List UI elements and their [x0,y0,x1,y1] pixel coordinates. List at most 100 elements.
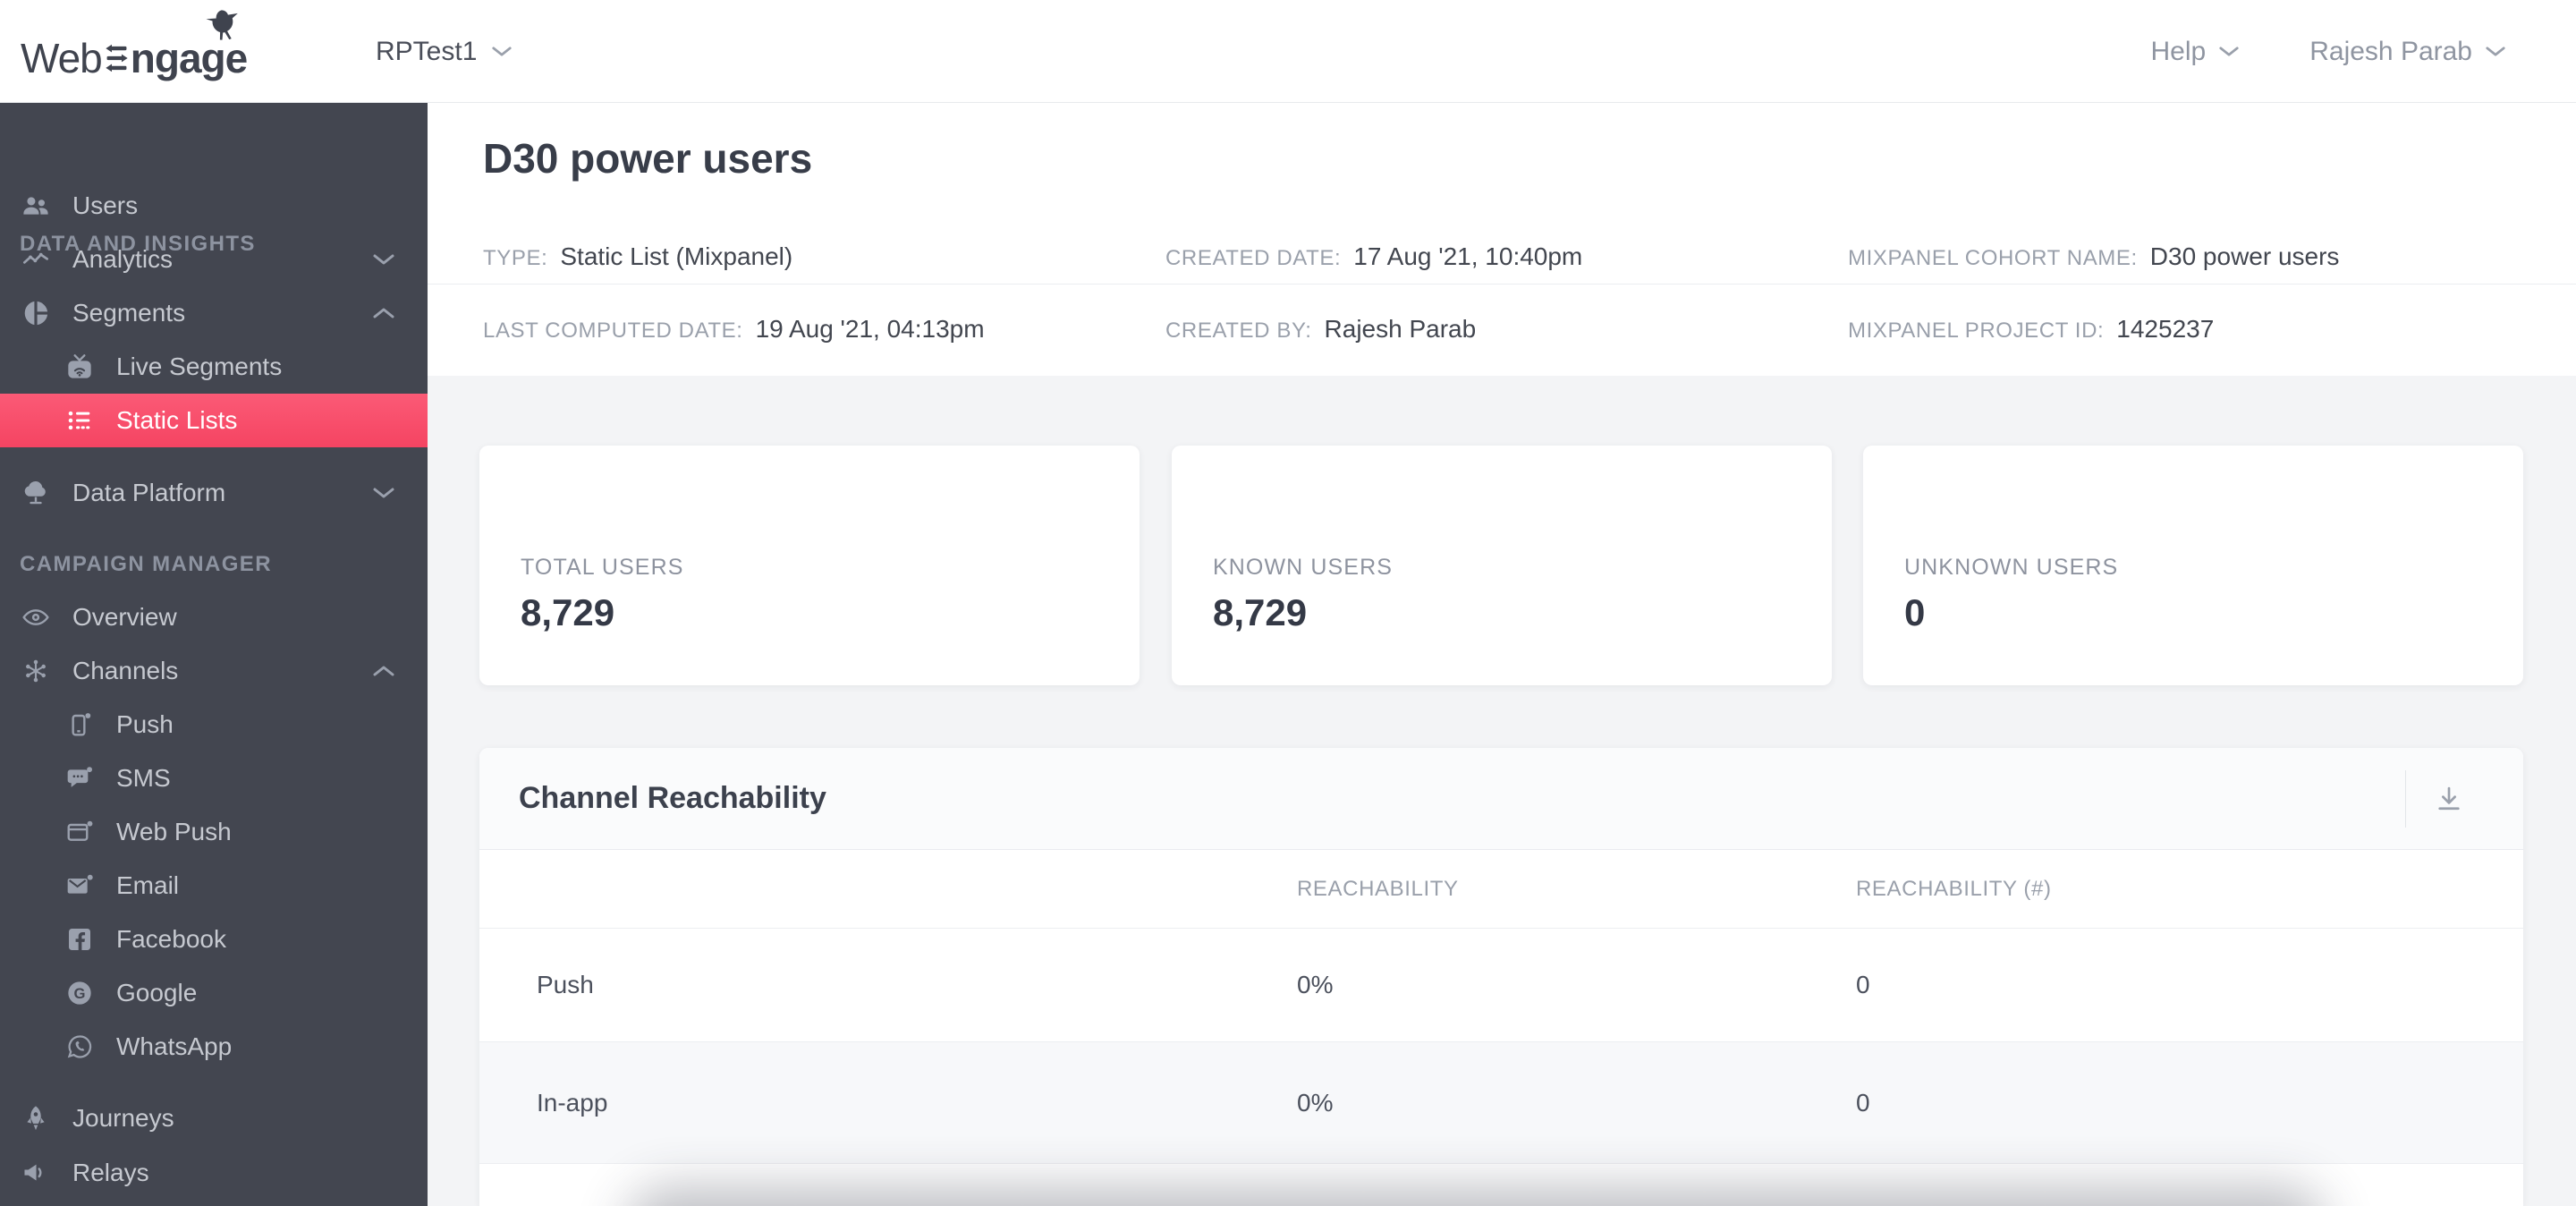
stat-value: 8,729 [1213,591,1308,633]
meta-last-computed: LAST COMPUTED DATE: 19 Aug '21, 04:13pm [483,315,985,343]
stat-card-unknown-users: UNKNOWN USERS 0 [1863,446,2523,685]
cell-channel: Push [537,971,594,998]
cell-reachability-count: 0 [1856,971,1870,998]
help-menu[interactable]: Help [2151,37,2241,67]
project-switcher[interactable]: RPTest1 [376,0,513,103]
stat-value: 8,729 [521,591,615,633]
chevron-down-icon [372,252,395,267]
sidebar-item-label: Facebook [116,925,226,953]
channel-reachability-header: Channel Reachability [479,748,2523,850]
sidebar-item-label: Channels [72,657,179,684]
chevron-down-icon [2219,47,2239,56]
sidebar-item-label: WhatsApp [116,1032,233,1060]
download-icon [2438,786,2460,811]
sidebar-item-label: Email [116,871,180,899]
sidebar-item-label: Live Segments [116,352,283,380]
header-divider [2405,770,2406,828]
chevron-up-icon [372,306,395,320]
sidebar-item-sms[interactable]: SMS [0,752,428,805]
sidebar-item-users[interactable]: Users [0,179,428,233]
sidebar-item-label: Journeys [72,1104,174,1132]
meta-cohort-name: MIXPANEL COHORT NAME: D30 power users [1848,242,2340,270]
chevron-down-icon [2486,47,2505,56]
stat-card-total-users: TOTAL USERS 8,729 [479,446,1140,685]
sidebar-item-label: Overview [72,603,177,631]
sidebar-item-google[interactable]: G Google [0,966,428,1020]
reachability-table-header: REACHABILITY REACHABILITY (#) [479,850,2523,929]
meta-type: TYPE: Static List (Mixpanel) [483,242,793,270]
meta-created-date: CREATED DATE: 17 Aug '21, 10:40pm [1165,242,1583,270]
sidebar-item-label: SMS [116,764,171,792]
meta-project-id: MIXPANEL PROJECT ID: 1425237 [1848,315,2215,343]
meta-divider [428,284,2576,285]
stat-label: UNKNOWN USERS [1904,555,2119,580]
svg-text:G: G [74,985,86,1002]
column-header-reachability-count: REACHABILITY (#) [1856,876,2052,901]
relays-icon [20,1157,52,1189]
sidebar-item-label: Google [116,979,198,1006]
cell-reachability: 0% [1297,1088,1334,1117]
sidebar-section-campaign-manager: CAMPAIGN MANAGER [20,552,272,576]
table-row-push: Push 0% 0 [479,929,2523,1042]
sidebar-item-live-segments[interactable]: Live Segments [0,340,428,394]
sidebar-item-whatsapp[interactable]: WhatsApp [0,1020,428,1074]
analytics-icon [20,243,52,276]
cell-reachability: 0% [1297,971,1334,998]
sidebar-item-segments[interactable]: Segments [0,286,428,340]
data-platform-icon [20,477,52,509]
webengage-logo[interactable]: Web ngage [21,10,248,82]
channels-icon [20,655,52,687]
sidebar-item-relays[interactable]: Relays [0,1146,428,1200]
sidebar-item-label: Relays [72,1159,149,1186]
stat-value: 0 [1904,591,1926,633]
static-lists-icon [64,404,96,437]
logo-text-web: Web [21,35,103,81]
live-segments-icon [64,351,96,383]
sidebar-item-web-push[interactable]: Web Push [0,805,428,859]
journeys-icon [20,1102,52,1134]
sidebar-item-label: Data Platform [72,479,226,506]
stat-card-known-users: KNOWN USERS 8,729 [1172,446,1832,685]
facebook-icon [64,923,96,955]
help-label: Help [2150,36,2207,66]
sms-icon [64,762,96,794]
sidebar-item-push[interactable]: Push [0,698,428,752]
sidebar-item-label: Analytics [72,245,174,273]
channel-reachability-title: Channel Reachability [519,781,826,815]
sidebar-item-label: Segments [72,299,186,327]
logo-bird-icon [206,10,238,40]
user-menu[interactable]: Rajesh Parab [2309,37,2506,67]
sidebar-item-label: Web Push [116,818,232,845]
sidebar-item-label: Push [116,710,174,738]
sidebar-item-analytics[interactable]: Analytics [0,233,428,286]
download-button[interactable] [2418,748,2480,850]
google-icon: G [64,977,96,1009]
topbar: Web ngage RPTest1 Help Rajesh Parab [0,0,2576,103]
logo-e-icon [106,44,128,72]
whatsapp-icon [64,1031,96,1063]
meta-created-by: CREATED BY: Rajesh Parab [1165,315,1477,343]
stat-label: TOTAL USERS [521,555,684,580]
sidebar-item-static-lists[interactable]: Static Lists [0,394,428,447]
chevron-down-icon [372,486,395,500]
sidebar-item-data-platform[interactable]: Data Platform [0,466,428,520]
sidebar-item-overview[interactable]: Overview [0,590,428,644]
sidebar-item-journeys[interactable]: Journeys [0,1091,428,1145]
page-title: D30 power users [483,135,813,182]
sidebar-item-label: Static Lists [116,406,238,434]
web-push-icon [64,816,96,848]
sidebar-nav: DATA AND INSIGHTS Users Analytics Segmen… [0,103,428,1206]
chevron-up-icon [372,664,395,678]
push-icon [64,709,96,741]
sidebar-item-email[interactable]: Email [0,859,428,913]
cell-channel: In-app [537,1088,608,1117]
sidebar-item-facebook[interactable]: Facebook [0,913,428,966]
sidebar-item-channels[interactable]: Channels [0,644,428,698]
topbar-right: Help Rajesh Parab [2151,0,2506,103]
table-row-in-app: In-app 0% 0 [479,1042,2523,1164]
chevron-down-icon [492,47,513,56]
cell-reachability-count: 0 [1856,1088,1870,1117]
column-header-reachability: REACHABILITY [1297,876,1459,901]
table-row-partial [479,1164,2523,1205]
email-icon [64,870,96,902]
